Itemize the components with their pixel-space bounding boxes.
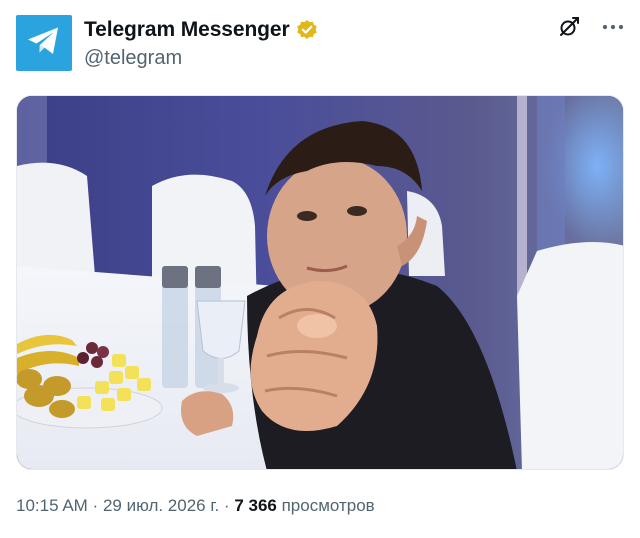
views-count: 7 366	[234, 496, 277, 515]
views-label: просмотров	[276, 496, 375, 515]
handle[interactable]: @telegram	[84, 47, 182, 70]
tweet-meta: 10:15 AM · 29 июл. 2026 г. · 7 366 просм…	[16, 496, 375, 516]
meta-separator: ·	[219, 496, 235, 515]
more-dots-icon[interactable]	[602, 24, 624, 30]
grok-slash-icon[interactable]	[558, 16, 580, 38]
photo-illustration	[17, 96, 623, 469]
display-name[interactable]: Telegram Messenger	[84, 18, 290, 42]
tweet-time[interactable]: 10:15 AM	[16, 496, 88, 515]
meta-separator: ·	[87, 496, 103, 515]
telegram-plane-icon	[26, 25, 62, 62]
tweet-photo[interactable]	[16, 95, 624, 470]
avatar[interactable]	[16, 15, 72, 71]
verified-badge-icon[interactable]	[296, 19, 318, 41]
tweet-date[interactable]: 29 июл. 2026 г.	[103, 496, 219, 515]
